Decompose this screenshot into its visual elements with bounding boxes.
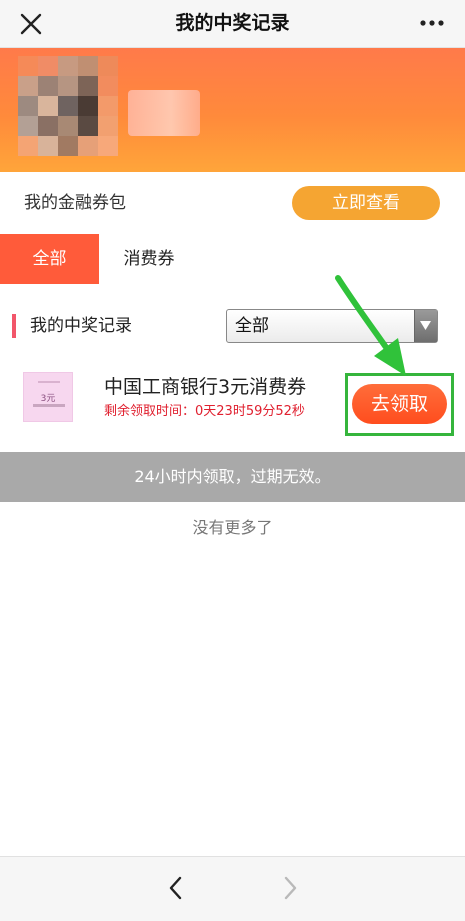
forward-icon[interactable] <box>276 873 304 903</box>
back-icon[interactable] <box>162 873 190 903</box>
prize-name: 中国工商银行3元消费券 <box>104 376 307 398</box>
chevron-down-icon <box>420 321 431 330</box>
view-now-button[interactable]: 立即查看 <box>292 186 440 220</box>
countdown-value: 0天23时59分52秒 <box>195 404 305 419</box>
tab-all[interactable]: 全部 <box>0 234 99 284</box>
section-accent-bar <box>12 314 16 338</box>
no-more-text: 没有更多了 <box>192 518 273 537</box>
bottom-nav-bar <box>0 856 465 921</box>
countdown: 剩余领取时间：0天23时59分52秒 <box>104 400 305 419</box>
select-arrow[interactable] <box>414 310 437 342</box>
green-arrow-annotation <box>335 275 406 376</box>
title-bar: 我的中奖记录 <box>0 0 465 48</box>
countdown-label: 剩余领取时间： <box>104 404 196 419</box>
avatar <box>18 56 118 156</box>
voucher-thumbnail: 3元 <box>23 372 73 422</box>
tab-vouchers[interactable]: 消费券 <box>99 234 199 284</box>
notice-banner: 24小时内领取，过期无效。 <box>0 452 465 502</box>
section-title: 我的中奖记录 <box>30 316 132 336</box>
page-title: 我的中奖记录 <box>175 12 290 34</box>
filter-select-value: 全部 <box>235 316 269 336</box>
claim-highlight-box: 去领取 <box>345 373 454 436</box>
claim-button[interactable]: 去领取 <box>352 384 447 424</box>
profile-banner <box>0 48 465 172</box>
wallet-row: 我的金融券包 立即查看 <box>0 172 465 234</box>
wallet-label: 我的金融券包 <box>24 193 126 213</box>
more-icon[interactable] <box>419 12 445 34</box>
username-blurred <box>128 90 200 136</box>
